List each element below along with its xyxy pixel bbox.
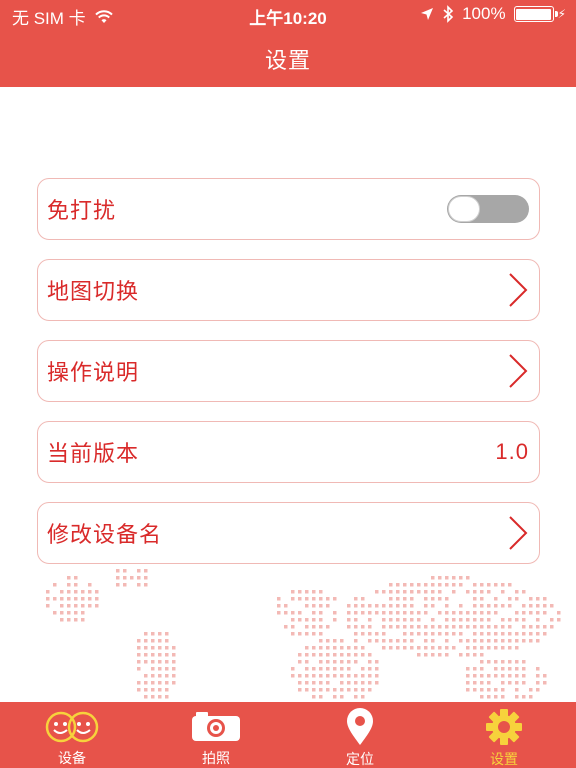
tab-camera[interactable]: 拍照	[144, 702, 288, 768]
setting-version: 当前版本 1.0	[37, 421, 540, 483]
world-map-image	[46, 569, 561, 703]
setting-do-not-disturb: 免打扰	[37, 178, 540, 240]
setting-label: 操作说明	[47, 361, 140, 386]
battery-percent: 100%	[462, 4, 506, 23]
setting-label: 当前版本	[47, 442, 140, 467]
location-arrow-icon	[421, 8, 434, 20]
status-right: 100% ⚡	[420, 4, 566, 24]
setting-label: 修改设备名	[47, 523, 163, 548]
location-pin-icon	[347, 708, 373, 745]
tab-label: 设置	[490, 752, 518, 768]
tab-devices[interactable]: 设备	[0, 702, 144, 768]
nav-bar: 设置	[0, 30, 576, 87]
chevron-right-icon	[509, 273, 528, 307]
setting-rename-device[interactable]: 修改设备名	[37, 502, 540, 564]
chevron-right-icon	[509, 516, 528, 550]
tab-label: 设备	[58, 751, 86, 767]
setting-map-switch[interactable]: 地图切换	[37, 259, 540, 321]
do-not-disturb-toggle[interactable]	[447, 195, 529, 223]
settings-list: 免打扰 地图切换 操作说明 当前版本 1.0 修改设备名	[37, 178, 540, 583]
status-bar: 无 SIM 卡 上午10:20 100% ⚡	[0, 0, 576, 30]
page-title: 设置	[264, 48, 311, 74]
chevron-right-icon	[509, 354, 528, 388]
gear-icon	[486, 709, 522, 745]
version-value: 1.0	[495, 439, 529, 464]
tab-label: 定位	[346, 752, 374, 768]
camera-icon	[192, 711, 240, 741]
toggle-knob	[448, 196, 480, 222]
tab-label: 拍照	[202, 751, 230, 767]
tab-location[interactable]: 定位	[288, 702, 432, 768]
tab-settings[interactable]: 设置	[432, 702, 576, 768]
battery-icon	[513, 6, 558, 22]
setting-label: 地图切换	[47, 280, 140, 305]
setting-label: 免打扰	[47, 199, 117, 224]
couple-faces-icon	[45, 711, 99, 742]
tab-bar: 设备 拍照 定位 设置	[0, 702, 576, 768]
setting-instructions[interactable]: 操作说明	[37, 340, 540, 402]
charging-bolt-icon: ⚡	[557, 7, 566, 21]
bluetooth-icon	[443, 5, 454, 23]
world-map-background	[0, 565, 576, 703]
